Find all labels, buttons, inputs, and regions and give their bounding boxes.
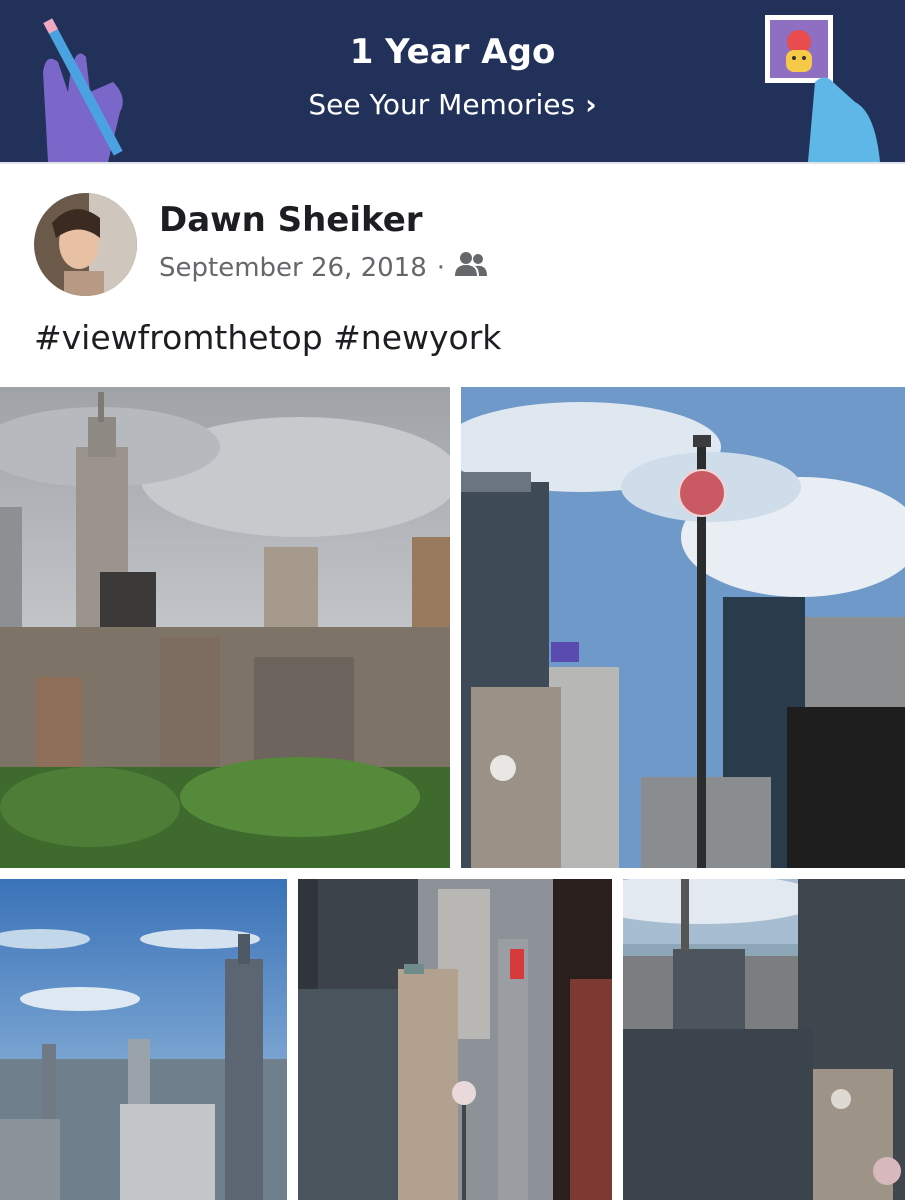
memories-banner[interactable]: 1 Year Ago See Your Memories › [0,0,905,162]
photo-3[interactable] [0,879,287,1200]
author-name[interactable]: Dawn Sheiker [159,200,423,240]
photo-5[interactable] [623,879,905,1200]
post-text: #viewfromthetop #newyork [34,318,502,357]
hand-photo-illustration-icon [760,12,890,162]
photo-4[interactable] [298,879,612,1200]
see-memories-label: See Your Memories [308,88,576,121]
photo-2[interactable] [461,387,905,868]
chevron-right-icon: › [585,88,597,121]
post-meta: September 26, 2018 · [159,251,488,284]
banner-divider [0,162,905,164]
friends-icon[interactable] [455,251,488,284]
meta-separator: · [436,252,446,283]
avatar[interactable] [34,193,137,296]
photo-1[interactable] [0,387,450,868]
post-date[interactable]: September 26, 2018 [159,253,427,283]
